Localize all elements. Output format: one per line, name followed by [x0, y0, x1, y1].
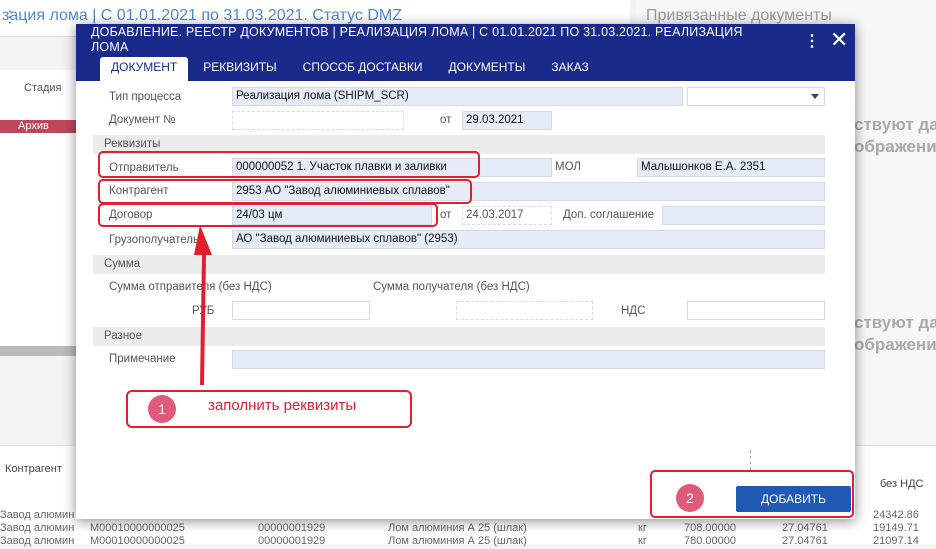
divider — [750, 450, 751, 470]
dialog-tabs: ДОКУМЕНТ РЕКВИЗИТЫ СПОСОБ ДОСТАВКИ ДОКУМ… — [100, 57, 604, 81]
tab-delivery-method[interactable]: СПОСОБ ДОСТАВКИ — [292, 57, 434, 81]
receiver-sum-field[interactable] — [456, 301, 593, 320]
more-menu-icon[interactable]: ⋮ — [804, 31, 820, 51]
doc-number-label: Документ № — [109, 114, 176, 126]
vat-field[interactable] — [687, 301, 825, 320]
consignee-field[interactable]: АО "Завод алюминиевых сплавов" (2953) — [232, 230, 825, 249]
annotation-arrow-icon — [194, 225, 212, 385]
tab-documents[interactable]: ДОКУМЕНТЫ — [438, 57, 537, 81]
col-contractor: Контрагент — [5, 463, 62, 475]
note-field[interactable] — [232, 350, 825, 369]
doc-number-field[interactable] — [232, 111, 404, 130]
process-type-label: Тип процесса — [109, 91, 182, 103]
tab-order[interactable]: ЗАКАЗ — [540, 57, 599, 81]
background-title: зация лома | С 01.01.2021 по 31.03.2021.… — [2, 7, 402, 24]
mol-label: МОЛ — [555, 161, 581, 173]
callout-text: заполнить реквизиты — [208, 397, 357, 414]
contract-date-label: от — [440, 209, 452, 221]
note-label: Примечание — [109, 353, 176, 365]
addendum-label: Доп. соглашение — [563, 209, 655, 221]
doc-date-label: от — [440, 114, 452, 126]
no-data-text: ствуют данн — [854, 313, 936, 332]
tab-document[interactable]: ДОКУМЕНТ — [100, 57, 189, 81]
background-col-stage: Стадия — [24, 82, 62, 94]
mol-field[interactable]: Малышонков Е.А. 2351 — [637, 158, 825, 177]
process-type-select[interactable] — [687, 87, 825, 106]
vat-label: НДС — [621, 305, 646, 317]
step-badge: 1 — [148, 395, 176, 423]
step-badge: 2 — [676, 484, 704, 512]
contract-date-field[interactable]: 24.03.2017 — [462, 206, 552, 225]
annotation-callout: 1 заполнить реквизиты — [126, 390, 412, 428]
sender-sum-field[interactable] — [232, 301, 370, 320]
col-no-vat: без НДС — [880, 478, 924, 490]
add-button[interactable]: ДОБАВИТЬ — [736, 486, 851, 512]
linked-documents-header: Привязанные документы — [646, 7, 832, 24]
close-icon[interactable]: ✕ — [830, 27, 848, 53]
process-type-field[interactable]: Реализация лома (SHIPM_SCR) — [232, 87, 683, 106]
background-scrollbar[interactable] — [0, 346, 76, 356]
background-menu-icon[interactable]: ⋮ — [2, 7, 18, 27]
chevron-down-icon — [811, 94, 819, 99]
tab-requisites[interactable]: РЕКВИЗИТЫ — [192, 57, 287, 81]
no-data-text: ображени — [854, 137, 936, 156]
dialog-header: ДОБАВЛЕНИЕ. РЕЕСТР ДОКУМЕНТОВ | РЕАЛИЗАЦ… — [76, 24, 855, 81]
consignee-label: Грузополучатель — [109, 234, 199, 246]
highlight-contractor — [98, 179, 472, 204]
receiver-sum-label: Сумма получателя (без НДС) — [373, 281, 530, 293]
doc-date-field[interactable]: 29.03.2021 — [462, 111, 552, 130]
background-archive-row[interactable]: Архив — [0, 120, 76, 133]
highlight-sender — [98, 151, 480, 178]
no-data-text: ображени — [854, 335, 936, 354]
dialog-title: ДОБАВЛЕНИЕ. РЕЕСТР ДОКУМЕНТОВ | РЕАЛИЗАЦ… — [91, 25, 743, 54]
no-data-text: ствуют данн — [854, 115, 936, 134]
highlight-contract — [98, 203, 438, 227]
addendum-field[interactable] — [662, 206, 825, 225]
table-row[interactable]: Завод алюмин М00010000000025 00000001929… — [0, 534, 936, 549]
